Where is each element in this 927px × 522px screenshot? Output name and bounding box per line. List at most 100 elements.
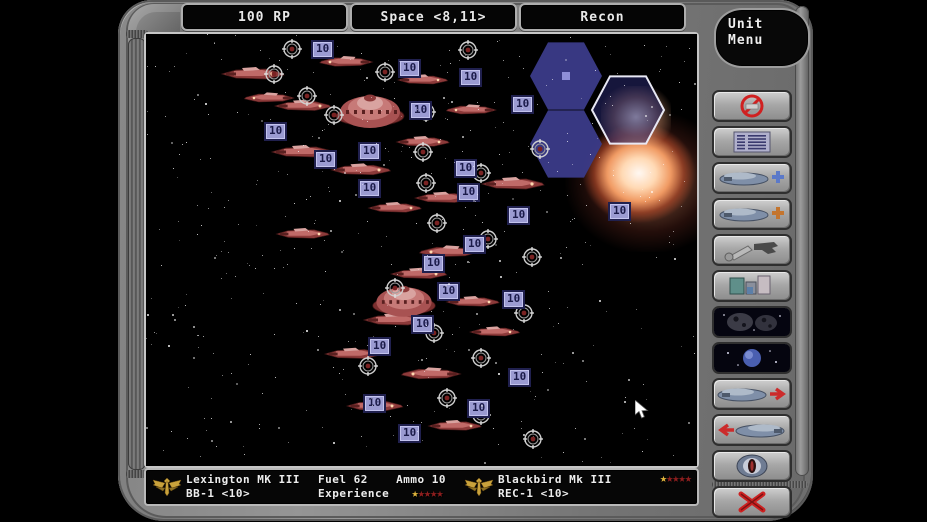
enemy-warship[interactable] (480, 177, 545, 190)
star (420, 421, 422, 423)
enemy-warship[interactable] (445, 104, 498, 115)
star (492, 427, 494, 429)
enemy-warship[interactable] (468, 326, 521, 337)
mode-readout[interactable]: Recon (519, 3, 686, 31)
unit-count-badge[interactable]: 10 (398, 59, 422, 78)
star (343, 172, 346, 175)
location-readout[interactable]: Space <8,11> (350, 3, 517, 31)
star (177, 307, 179, 309)
unit-count-badge[interactable]: 10 (363, 394, 387, 413)
unit-count-badge[interactable]: 10 (508, 368, 532, 387)
star (643, 383, 645, 385)
star (446, 71, 448, 73)
enemy-warship[interactable] (367, 202, 422, 213)
star (363, 79, 365, 81)
resource-points-readout[interactable]: 100 RP (181, 3, 348, 31)
unit-count-badge[interactable]: 10 (467, 399, 491, 418)
star (146, 111, 148, 113)
location-value: Space <8,11> (380, 9, 487, 25)
cancel-order-button[interactable] (712, 90, 792, 122)
unit-count-badge[interactable]: 10 (454, 159, 478, 178)
targeting-reticle-icon[interactable] (437, 388, 457, 408)
disband-unit-button[interactable] (712, 486, 792, 518)
wormhole-button[interactable] (712, 450, 792, 482)
unit-count-badge[interactable]: 10 (459, 68, 483, 87)
build-structure-button[interactable] (712, 270, 792, 302)
unit-count-badge[interactable]: 10 (358, 179, 382, 198)
unit-stats-button[interactable] (712, 126, 792, 158)
targeting-reticle-icon[interactable] (416, 173, 436, 193)
star (681, 345, 683, 347)
ammo-value: Ammo 10 (396, 473, 446, 486)
star (192, 325, 195, 328)
unit-count-badge[interactable]: 10 (398, 424, 422, 443)
star (332, 441, 335, 444)
unit-count-badge[interactable]: 10 (457, 183, 481, 202)
unit-count-badge[interactable]: 10 (409, 101, 433, 120)
star (462, 135, 465, 138)
enemy-warship[interactable] (400, 367, 462, 380)
attack-enemy-button[interactable] (712, 198, 792, 230)
targeting-reticle-icon[interactable] (522, 247, 542, 267)
star (541, 371, 543, 373)
star (683, 180, 685, 182)
right-unit-status[interactable]: Blackbird Mk III REC-1 <10> (458, 470, 612, 504)
unit-count-badge[interactable]: 10 (422, 254, 446, 273)
star (639, 195, 641, 197)
star (458, 59, 460, 61)
enemy-warship[interactable] (330, 163, 392, 176)
attack-friendly-button[interactable] (712, 162, 792, 194)
starfield-map[interactable]: 10 10 10 10 10 10 10 10 10 10 10 10 10 10 10 10 10 10 10 10… (146, 34, 697, 466)
targeting-reticle-icon[interactable] (458, 40, 478, 60)
left-unit-status[interactable]: Lexington MK III BB-1 <10> (146, 470, 300, 504)
targeting-reticle-icon[interactable] (427, 213, 447, 233)
star (246, 262, 248, 264)
unit-count-badge[interactable]: 10 (463, 235, 487, 254)
targeting-reticle-icon[interactable] (523, 429, 543, 449)
unit-count-badge[interactable]: 10 (507, 206, 531, 225)
star (565, 246, 567, 248)
right-unit-experience: ★★★★★ (660, 470, 692, 504)
asteroid-field-button[interactable] (712, 306, 792, 338)
enemy-warship[interactable] (275, 228, 330, 239)
capital-saucer-ship[interactable] (372, 285, 436, 317)
unit-count-badge[interactable]: 10 (411, 315, 435, 334)
targeting-reticle-icon[interactable] (375, 62, 395, 82)
targeting-reticle-icon[interactable] (471, 348, 491, 368)
capital-saucer-ship[interactable] (335, 94, 405, 129)
repair-tool-button[interactable] (712, 234, 792, 266)
star (523, 440, 526, 443)
map-viewport[interactable]: 10 10 10 10 10 10 10 10 10 10 10 10 10 10 10 10 10 10 10 10… (144, 32, 699, 468)
unit-count-badge[interactable]: 10 (511, 95, 535, 114)
star (599, 156, 601, 158)
unit-count-badge[interactable]: 10 (358, 142, 382, 161)
star (476, 193, 478, 195)
planet-view-button[interactable] (712, 342, 792, 374)
unit-count-badge[interactable]: 10 (314, 150, 338, 169)
star (644, 114, 647, 117)
unit-count-badge[interactable]: 10 (608, 202, 632, 221)
star (341, 378, 343, 380)
star (155, 333, 157, 335)
targeting-reticle-icon[interactable] (282, 39, 302, 59)
targeting-reticle-icon[interactable] (264, 64, 284, 84)
star (393, 434, 395, 436)
unit-count-badge[interactable]: 10 (502, 290, 526, 309)
star (336, 45, 338, 47)
unit-count-badge[interactable]: 10 (264, 122, 288, 141)
star (552, 325, 554, 327)
star (450, 100, 453, 103)
left-unit-designation: BB-1 <10> (186, 487, 251, 500)
right-unit-designation: REC-1 <10> (497, 487, 570, 500)
move-forward-button[interactable] (712, 378, 792, 410)
enemy-warship[interactable] (427, 420, 482, 431)
star (398, 61, 400, 63)
star (322, 299, 324, 301)
enemy-warship[interactable] (243, 92, 296, 103)
targeting-reticle-icon[interactable] (358, 356, 378, 376)
unit-count-badge[interactable]: 10 (368, 337, 392, 356)
unit-count-badge[interactable]: 10 (311, 40, 335, 59)
star (536, 103, 538, 105)
move-back-button[interactable] (712, 414, 792, 446)
star (184, 304, 186, 306)
